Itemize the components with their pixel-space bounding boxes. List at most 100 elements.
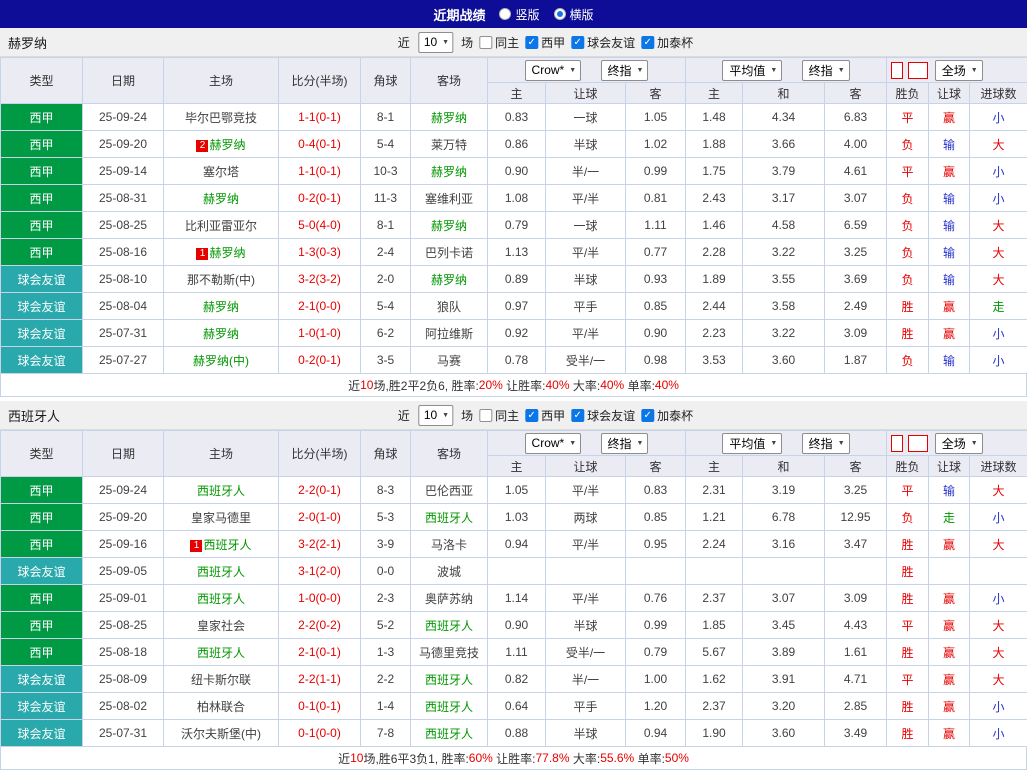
final-odds-select-2[interactable]: 终指▼ [802, 433, 850, 454]
score-halftime-cell[interactable]: 2-2(0-1) [279, 477, 361, 504]
bookmaker-select[interactable]: Crow*▼ [525, 60, 582, 81]
match-date: 25-08-09 [83, 666, 164, 693]
fulltime-select[interactable]: 全场▼ [935, 60, 983, 81]
select-value: 平均值 [729, 435, 765, 452]
score-halftime-cell[interactable]: 1-1(0-1) [279, 104, 361, 131]
away-team-cell: 西班牙人 [411, 612, 488, 639]
filter-checkbox-club-friendly[interactable]: 球会友谊 [571, 34, 635, 51]
asia-handicap-line: 半球 [546, 720, 626, 747]
asia-home-odds [488, 558, 546, 585]
filter-checkbox-same-home[interactable]: 同主 [479, 34, 519, 51]
filter-checkbox-laliga[interactable]: 西甲 [525, 34, 565, 51]
score-halftime-cell[interactable]: 5-0(4-0) [279, 212, 361, 239]
match-type-badge: 西甲 [1, 504, 83, 531]
filter-checkbox-club-friendly[interactable]: 球会友谊 [571, 407, 635, 424]
filter-checkbox-laliga[interactable]: 西甲 [525, 407, 565, 424]
score-halftime-cell[interactable]: 0-1(0-1) [279, 693, 361, 720]
home-team-cell: 2赫罗纳 [164, 131, 279, 158]
home-team-name[interactable]: 赫罗纳 [203, 327, 239, 341]
layout-radio-horizontal[interactable]: 横版 [554, 6, 594, 23]
score-halftime-cell[interactable]: 0-1(0-0) [279, 720, 361, 747]
score-halftime-cell[interactable]: 3-2(3-2) [279, 266, 361, 293]
home-team-cell: 西班牙人 [164, 477, 279, 504]
away-team-name[interactable]: 西班牙人 [425, 619, 473, 633]
checkbox-label: 加泰杯 [657, 407, 693, 424]
home-team-name[interactable]: 赫罗纳(中) [193, 354, 249, 368]
home-team-name[interactable]: 赫罗纳 [209, 138, 245, 152]
fulltime-select[interactable]: 全场▼ [935, 433, 983, 454]
score-halftime-cell[interactable]: 0-4(0-1) [279, 131, 361, 158]
average-odds-select[interactable]: 平均值▼ [722, 433, 782, 454]
euro-draw-odds [743, 558, 825, 585]
score-halftime-cell[interactable]: 0-2(0-1) [279, 347, 361, 374]
marker-box-small[interactable] [891, 435, 903, 452]
away-team-name[interactable]: 赫罗纳 [431, 273, 467, 287]
sub-col-asia-line: 让球 [546, 83, 626, 104]
score-halftime-cell[interactable]: 2-2(0-2) [279, 612, 361, 639]
home-team-cell: 赫罗纳 [164, 293, 279, 320]
goals-result-cell: 大 [970, 477, 1027, 504]
match-count-select[interactable]: 10▼ [418, 32, 453, 53]
score-halftime-cell[interactable]: 2-0(1-0) [279, 504, 361, 531]
score-halftime-cell[interactable]: 2-1(0-1) [279, 639, 361, 666]
goals-result-cell: 小 [970, 185, 1027, 212]
away-team-name[interactable]: 西班牙人 [425, 673, 473, 687]
asia-handicap-line: 半球 [546, 266, 626, 293]
home-team-name[interactable]: 赫罗纳 [203, 192, 239, 206]
home-team-name[interactable]: 西班牙人 [197, 484, 245, 498]
home-team-name[interactable]: 赫罗纳 [203, 300, 239, 314]
euro-away-odds: 6.59 [825, 212, 887, 239]
bookmaker-select[interactable]: Crow*▼ [525, 433, 582, 454]
home-team-name[interactable]: 西班牙人 [197, 565, 245, 579]
away-team-name[interactable]: 西班牙人 [425, 700, 473, 714]
away-team-name[interactable]: 赫罗纳 [431, 219, 467, 233]
away-team-name[interactable]: 西班牙人 [425, 727, 473, 741]
score-halftime-cell[interactable]: 3-2(2-1) [279, 531, 361, 558]
away-team-name[interactable]: 西班牙人 [425, 511, 473, 525]
final-odds-select-2[interactable]: 终指▼ [802, 60, 850, 81]
away-team-name[interactable]: 赫罗纳 [431, 165, 467, 179]
layout-radio-vertical[interactable]: 竖版 [499, 6, 539, 23]
marker-box-wide[interactable] [908, 62, 928, 79]
goals-result-cell: 大 [970, 212, 1027, 239]
score-halftime-cell[interactable]: 0-2(0-1) [279, 185, 361, 212]
match-row: 球会友谊25-08-09纽卡斯尔联2-2(1-1)2-2西班牙人0.82半/一1… [1, 666, 1027, 693]
euro-odds-header: 平均值▼ 终指▼ [686, 58, 887, 83]
corner-cell: 2-3 [361, 585, 411, 612]
home-team-name[interactable]: 西班牙人 [197, 646, 245, 660]
marker-box-wide[interactable] [908, 435, 928, 452]
score-halftime-cell[interactable]: 1-1(0-1) [279, 158, 361, 185]
asia-away-odds [626, 558, 686, 585]
home-team-name[interactable]: 西班牙人 [203, 538, 251, 552]
score-halftime-cell[interactable]: 2-1(0-0) [279, 293, 361, 320]
away-team-name[interactable]: 赫罗纳 [431, 111, 467, 125]
average-odds-select[interactable]: 平均值▼ [722, 60, 782, 81]
checkbox-icon [641, 409, 654, 422]
euro-home-odds: 2.37 [686, 585, 743, 612]
score-halftime-cell[interactable]: 1-3(0-3) [279, 239, 361, 266]
match-row: 西甲25-08-161赫罗纳1-3(0-3)2-4巴列卡诺1.13平/半0.77… [1, 239, 1027, 266]
filter-checkbox-catalonia-cup[interactable]: 加泰杯 [641, 34, 693, 51]
score-halftime-cell[interactable]: 3-1(2-0) [279, 558, 361, 585]
asia-handicap-line: 半球 [546, 131, 626, 158]
goals-result-cell: 大 [970, 666, 1027, 693]
euro-home-odds: 2.23 [686, 320, 743, 347]
handicap-result-cell: 赢 [929, 720, 970, 747]
final-odds-select[interactable]: 终指▼ [601, 60, 649, 81]
marker-box-small[interactable] [891, 62, 903, 79]
result-header: 全场▼ [887, 58, 1027, 83]
euro-draw-odds: 6.78 [743, 504, 825, 531]
match-count-select[interactable]: 10▼ [418, 405, 453, 426]
final-odds-select[interactable]: 终指▼ [601, 433, 649, 454]
filter-checkbox-catalonia-cup[interactable]: 加泰杯 [641, 407, 693, 424]
home-team-name[interactable]: 赫罗纳 [209, 246, 245, 260]
score-halftime-cell[interactable]: 2-2(1-1) [279, 666, 361, 693]
match-row: 球会友谊25-08-10那不勒斯(中)3-2(3-2)2-0赫罗纳0.89半球0… [1, 266, 1027, 293]
match-row: 西甲25-08-18西班牙人2-1(0-1)1-3马德里竞技1.11受半/一0.… [1, 639, 1027, 666]
chevron-down-icon: ▼ [442, 39, 449, 46]
filter-checkbox-same-home[interactable]: 同主 [479, 407, 519, 424]
score-halftime-cell[interactable]: 1-0(0-0) [279, 585, 361, 612]
score-halftime-cell[interactable]: 1-0(1-0) [279, 320, 361, 347]
match-row: 西甲25-09-14塞尔塔1-1(0-1)10-3赫罗纳0.90半/一0.991… [1, 158, 1027, 185]
home-team-name[interactable]: 西班牙人 [197, 592, 245, 606]
